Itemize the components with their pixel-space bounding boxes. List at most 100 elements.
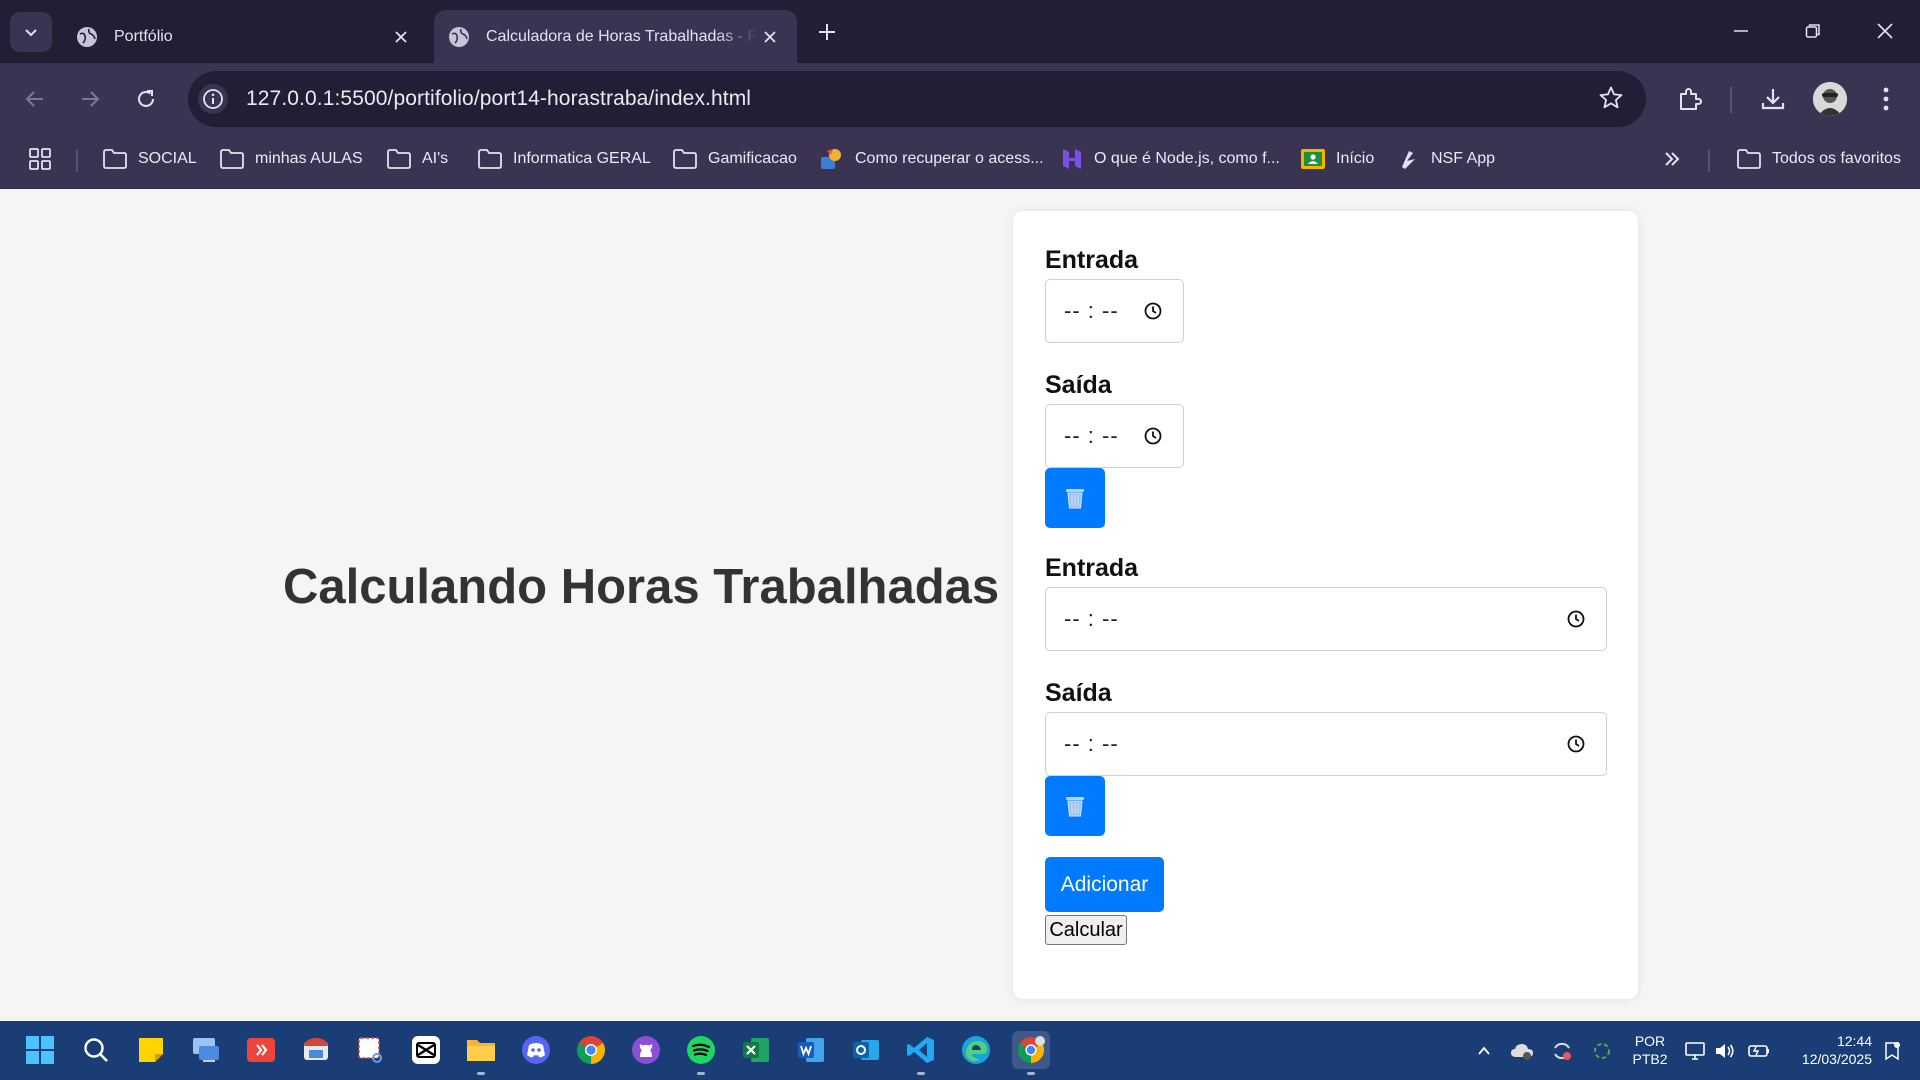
new-tab-button[interactable] bbox=[811, 16, 843, 48]
bookmark-todos-favoritos[interactable]: Todos os favoritos bbox=[1736, 147, 1901, 171]
sticky-notes-icon bbox=[139, 1038, 163, 1062]
bookmark-gamificacao[interactable]: Gamificacao bbox=[672, 147, 797, 171]
minimize-button[interactable] bbox=[1716, 10, 1766, 52]
tab-calculadora[interactable]: Calculadora de Horas Trabalhadas - Pr bbox=[434, 10, 797, 63]
extensions-button[interactable] bbox=[1670, 79, 1710, 119]
bookmark-ais[interactable]: AI's bbox=[386, 147, 448, 171]
trash-icon bbox=[1066, 797, 1084, 817]
battery-tray[interactable] bbox=[1747, 1039, 1771, 1063]
file-explorer-app[interactable] bbox=[462, 1031, 500, 1075]
tab-search-button[interactable] bbox=[10, 12, 52, 52]
bookmark-label: Todos os favoritos bbox=[1772, 150, 1901, 167]
start-button[interactable] bbox=[21, 1031, 59, 1069]
chrome-app[interactable] bbox=[572, 1031, 610, 1069]
sync-tray[interactable] bbox=[1550, 1039, 1574, 1063]
bookmark-como-recuperar[interactable]: Como recuperar o acess... bbox=[819, 147, 1044, 171]
edge-app[interactable] bbox=[957, 1031, 995, 1069]
saida-label: Saída bbox=[1045, 371, 1112, 399]
bookmark-social[interactable]: SOCIAL bbox=[102, 147, 197, 171]
clock-time: 12:44 bbox=[1836, 1033, 1872, 1049]
edge-icon bbox=[962, 1036, 990, 1064]
bookmark-star-icon[interactable] bbox=[1598, 85, 1624, 116]
tab-title: Portfólio bbox=[114, 27, 173, 45]
anydesk-icon bbox=[247, 1038, 275, 1062]
restore-button[interactable] bbox=[1788, 10, 1838, 52]
language-code: POR bbox=[1634, 1033, 1666, 1049]
profile-avatar[interactable] bbox=[1813, 82, 1847, 116]
network-icon bbox=[1685, 1042, 1705, 1060]
reload-button[interactable] bbox=[126, 79, 166, 119]
sticky-notes-app[interactable] bbox=[132, 1031, 170, 1069]
page-title: Calculando Horas Trabalhadas bbox=[283, 560, 1000, 614]
hours-form-card: Entrada -- : -- Saída -- : -- Entrada --… bbox=[1013, 211, 1638, 999]
classroom-icon bbox=[1301, 149, 1325, 169]
close-tab-icon[interactable] bbox=[757, 24, 783, 50]
forward-button[interactable] bbox=[70, 79, 110, 119]
downloads-button[interactable] bbox=[1753, 79, 1793, 119]
site-info-icon[interactable] bbox=[198, 84, 228, 114]
anydesk-app[interactable] bbox=[242, 1031, 280, 1069]
bookmarks-separator bbox=[76, 150, 78, 172]
arrow-left-icon bbox=[25, 91, 43, 107]
bookmark-minhas-aulas[interactable]: minhas AULAS bbox=[219, 147, 363, 171]
saida-time-input[interactable]: -- : -- bbox=[1045, 712, 1607, 776]
show-hidden-icons-button[interactable] bbox=[1472, 1039, 1496, 1063]
spotify-app[interactable] bbox=[682, 1031, 720, 1075]
add-entry-button[interactable]: Adicionar bbox=[1045, 857, 1164, 912]
notification-icon bbox=[1885, 1042, 1900, 1061]
calculate-button[interactable]: Calcular bbox=[1045, 915, 1127, 945]
excel-app[interactable] bbox=[737, 1031, 775, 1069]
back-button[interactable] bbox=[15, 79, 55, 119]
remote-desktop-app[interactable] bbox=[187, 1031, 225, 1069]
app-tray[interactable] bbox=[1590, 1039, 1614, 1063]
onedrive-tray[interactable] bbox=[1510, 1039, 1534, 1063]
bookmark-label: Gamificacao bbox=[708, 150, 797, 167]
saida-time-input[interactable]: -- : -- bbox=[1045, 404, 1184, 468]
snipping-tool-app[interactable] bbox=[352, 1031, 390, 1069]
bookmark-informatica-geral[interactable]: Informatica GERAL bbox=[477, 147, 651, 171]
delete-entry-button[interactable] bbox=[1045, 468, 1105, 528]
bookmark-inicio[interactable]: Início bbox=[1300, 147, 1374, 171]
clock-icon[interactable] bbox=[1566, 734, 1586, 754]
clock-icon[interactable] bbox=[1566, 609, 1586, 629]
chrome-app-icon bbox=[304, 1038, 328, 1060]
running-indicator bbox=[917, 1072, 925, 1075]
network-tray[interactable] bbox=[1684, 1039, 1708, 1063]
folder-icon bbox=[1737, 149, 1761, 169]
volume-tray[interactable] bbox=[1713, 1039, 1737, 1063]
menu-button[interactable] bbox=[1866, 79, 1906, 119]
bookmark-nsf-app[interactable]: NSF App bbox=[1397, 147, 1495, 171]
apps-button[interactable] bbox=[28, 147, 62, 171]
address-bar[interactable]: 127.0.0.1:5500/portifolio/port14-horastr… bbox=[188, 71, 1646, 127]
vscode-app[interactable] bbox=[902, 1031, 940, 1075]
word-app[interactable] bbox=[792, 1031, 830, 1069]
capcut-app[interactable] bbox=[407, 1031, 445, 1069]
url-text[interactable]: 127.0.0.1:5500/portifolio/port14-horastr… bbox=[246, 87, 751, 111]
sync-icon bbox=[1554, 1042, 1571, 1060]
bookmarks-overflow-button[interactable] bbox=[1662, 147, 1692, 171]
chrome-profile-app[interactable] bbox=[1012, 1031, 1050, 1075]
search-button[interactable] bbox=[77, 1031, 115, 1069]
app-icon[interactable] bbox=[297, 1031, 335, 1069]
entrada-label: Entrada bbox=[1045, 246, 1139, 274]
outlook-app[interactable] bbox=[847, 1031, 885, 1069]
bookmark-nodejs[interactable]: O que é Node.js, como f... bbox=[1060, 147, 1280, 171]
chevron-down-icon bbox=[25, 29, 37, 37]
time-value: -- : -- bbox=[1064, 606, 1119, 631]
folder-icon bbox=[478, 149, 502, 169]
clock-tray[interactable]: 12:44 12/03/2025 bbox=[1780, 1032, 1872, 1068]
notifications-button[interactable] bbox=[1880, 1039, 1904, 1063]
clock-icon[interactable] bbox=[1143, 301, 1163, 321]
github-desktop-app[interactable] bbox=[627, 1031, 665, 1069]
input-language-indicator[interactable]: POR PTB2 bbox=[1628, 1032, 1672, 1068]
entrada-time-input[interactable]: -- : -- bbox=[1045, 587, 1607, 651]
cartoon-favicon-icon bbox=[821, 149, 841, 169]
clock-icon[interactable] bbox=[1143, 426, 1163, 446]
entrada-time-input[interactable]: -- : -- bbox=[1045, 279, 1184, 343]
close-tab-icon[interactable] bbox=[388, 24, 414, 50]
close-window-button[interactable] bbox=[1860, 10, 1910, 52]
discord-app[interactable] bbox=[517, 1031, 555, 1069]
puzzle-icon bbox=[1680, 88, 1702, 110]
delete-entry-button[interactable] bbox=[1045, 776, 1105, 836]
tab-portfolio[interactable]: Portfólio bbox=[62, 10, 428, 63]
